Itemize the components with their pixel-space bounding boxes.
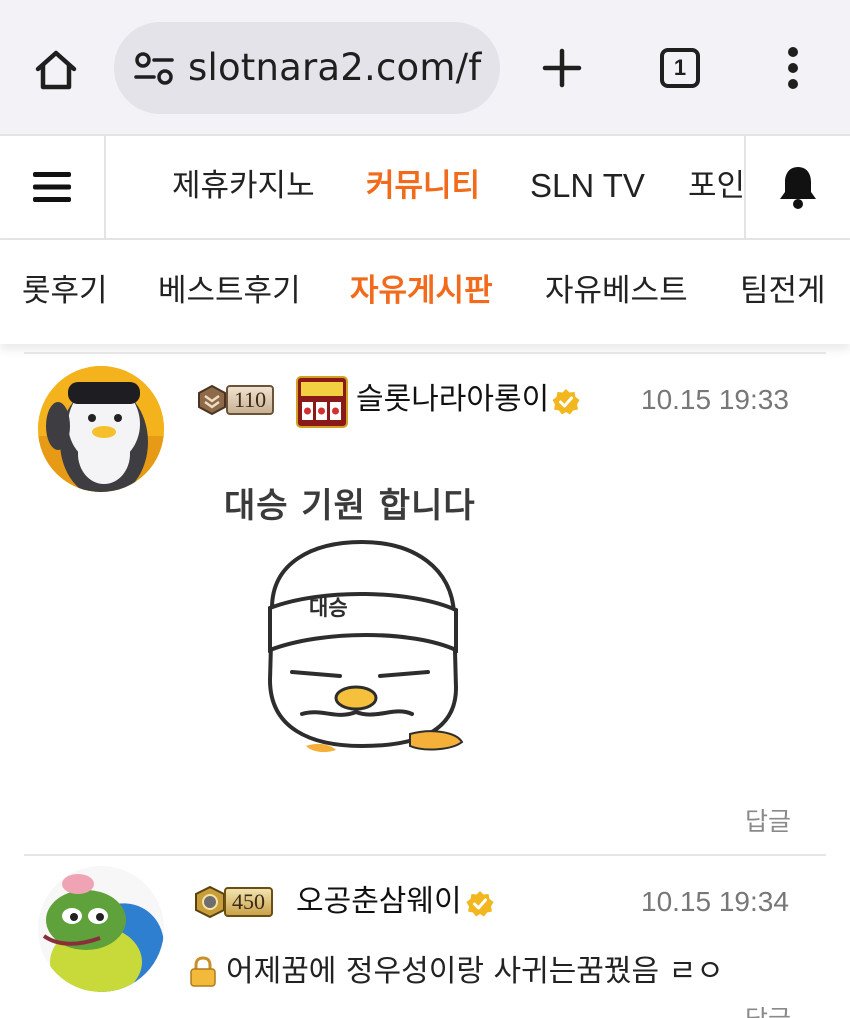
- sub-nav-item-free-best[interactable]: 자유베스트: [545, 268, 688, 314]
- bell-icon: [780, 167, 816, 209]
- hamburger-icon: [33, 172, 71, 202]
- url-text[interactable]: slotnara2.com/f: [188, 44, 482, 92]
- plus-icon: [542, 48, 582, 88]
- duck-sticker-icon: [267, 539, 464, 753]
- tab-count: 1: [673, 55, 687, 80]
- comment-timestamp: 10.15 19:34: [641, 886, 789, 917]
- lock-icon: [190, 956, 216, 987]
- sticker-image: 대승 기원 합니다 대승: [222, 476, 522, 766]
- comment-timestamp: 10.15 19:33: [641, 384, 789, 415]
- nav-item-points[interactable]: 포인: [688, 162, 744, 210]
- slot-machine-badge-icon: [296, 376, 348, 428]
- tab-switcher-icon: 1: [660, 48, 700, 88]
- divider: [24, 352, 826, 354]
- tab-switcher-button[interactable]: 1: [652, 40, 708, 96]
- sub-nav-item-free-board[interactable]: 자유게시판: [350, 268, 493, 314]
- comment-text: 어제꿈에 정우성이랑 사귀는꿈꿨음 ㄹㅇ: [226, 954, 724, 989]
- home-button[interactable]: [28, 42, 84, 98]
- verified-badge-icon: [466, 891, 494, 917]
- level-number: 110: [226, 385, 275, 415]
- rank-emblem-icon: [198, 384, 226, 416]
- nav-item-community[interactable]: 커뮤니티: [366, 162, 480, 210]
- more-vert-icon: [788, 47, 798, 89]
- menu-button[interactable]: [0, 136, 106, 238]
- browser-menu-button[interactable]: [770, 40, 816, 96]
- avatar[interactable]: [38, 866, 164, 992]
- sticker-caption: 대승 기원 합니다: [224, 486, 476, 526]
- browser-toolbar: slotnara2.com/f 1: [0, 0, 850, 134]
- board-sub-nav: 롯후기 베스트후기 자유게시판 자유베스트 팀전게: [0, 240, 850, 344]
- verified-badge-icon: [552, 389, 580, 415]
- level-badge: 450: [194, 884, 273, 920]
- sticker-headband-text: 대승: [309, 596, 348, 620]
- rank-emblem-icon: [195, 886, 225, 918]
- reply-button[interactable]: 답글: [745, 1002, 791, 1018]
- sub-nav-item-team-board[interactable]: 팀전게: [740, 268, 826, 314]
- frog-avatar-image: [38, 866, 164, 992]
- home-icon: [35, 50, 77, 90]
- level-badge: 110: [196, 382, 275, 418]
- sub-nav-item-best-review[interactable]: 베스트후기: [158, 268, 301, 314]
- reply-button[interactable]: 답글: [745, 804, 791, 840]
- site-main-nav: 제휴카지노 커뮤니티 SLN TV 포인: [0, 134, 850, 240]
- new-tab-button[interactable]: [534, 40, 590, 96]
- site-settings-icon[interactable]: [134, 50, 174, 86]
- nav-item-partner-casino[interactable]: 제휴카지노: [172, 162, 315, 210]
- level-number: 450: [224, 887, 273, 917]
- avatar[interactable]: [38, 366, 164, 492]
- penguin-avatar-image: [38, 366, 164, 492]
- divider: [24, 854, 826, 856]
- sub-nav-item-slot-review[interactable]: 롯후기: [22, 268, 108, 314]
- username[interactable]: 슬롯나라아롱이: [356, 378, 549, 422]
- notification-button[interactable]: [744, 136, 850, 238]
- nav-item-sln-tv[interactable]: SLN TV: [530, 162, 645, 210]
- address-bar[interactable]: slotnara2.com/f: [114, 22, 500, 114]
- main-nav-items: 제휴카지노 커뮤니티 SLN TV 포인: [106, 136, 744, 238]
- username[interactable]: 오공춘삼웨이: [296, 880, 462, 924]
